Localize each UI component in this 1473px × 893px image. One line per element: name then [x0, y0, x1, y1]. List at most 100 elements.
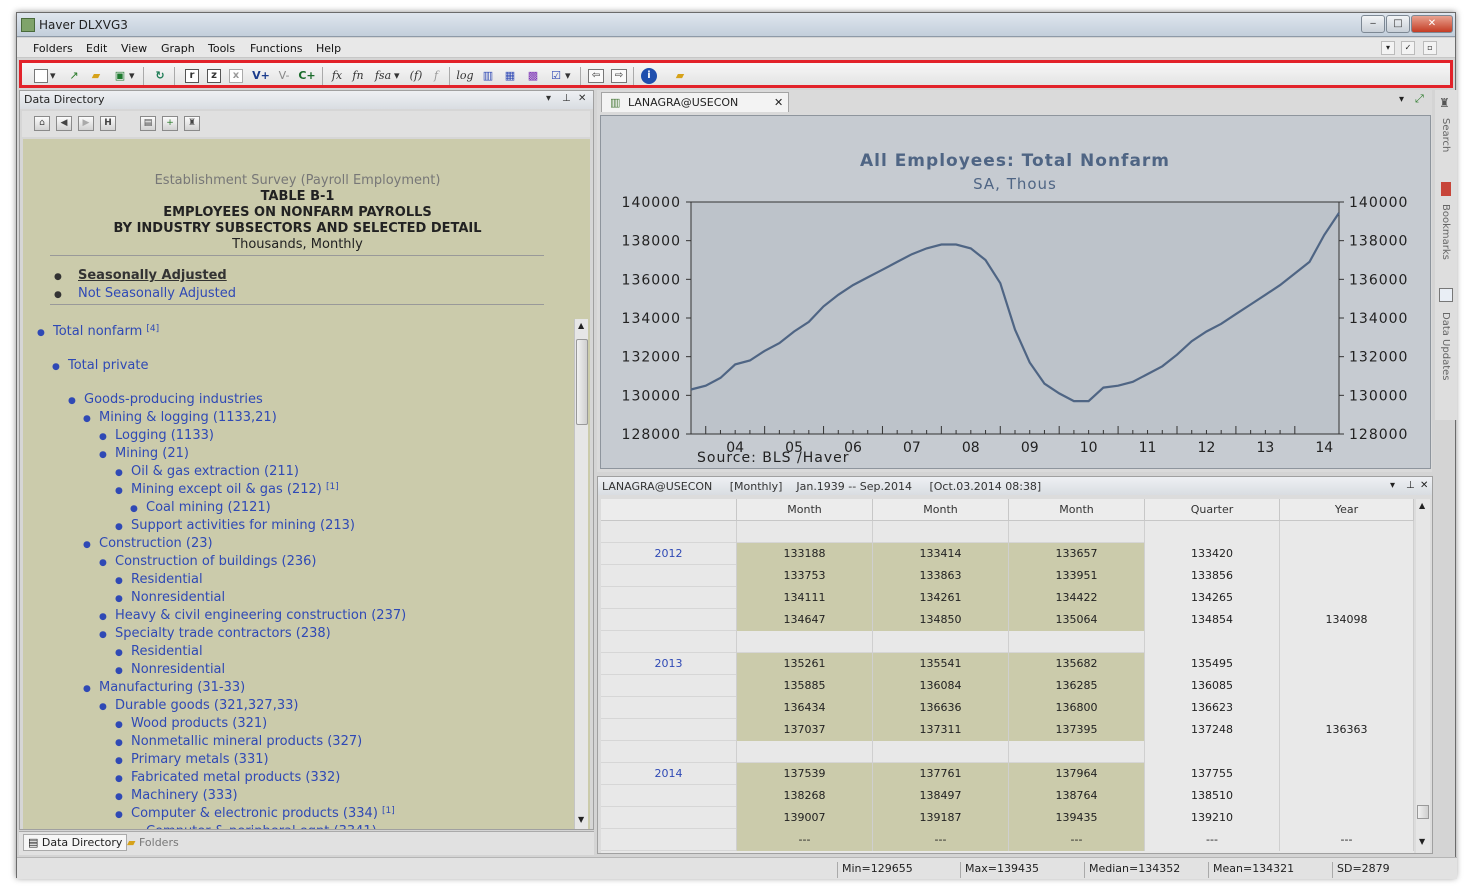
year-cell[interactable]: [601, 697, 737, 719]
year-cell[interactable]: [601, 785, 737, 807]
value-cell[interactable]: ---: [1009, 829, 1145, 851]
directory-item[interactable]: Primary metals (331): [131, 752, 269, 767]
menu-panel-icon[interactable]: ▫: [1423, 41, 1437, 55]
new-dropdown-icon[interactable]: ▾: [50, 68, 56, 84]
value-cell[interactable]: 139187: [873, 807, 1009, 829]
footnote-ref[interactable]: [1]: [326, 482, 339, 492]
directory-item[interactable]: Total nonfarm [4]: [53, 324, 159, 339]
value-cell[interactable]: [737, 741, 873, 763]
value-cell[interactable]: 134850: [873, 609, 1009, 631]
new-chart-icon[interactable]: ↗: [66, 68, 82, 84]
forward-icon[interactable]: ▶: [78, 116, 94, 131]
bookmarks-side-tab[interactable]: Bookmarks: [1440, 204, 1451, 260]
directory-item[interactable]: Wood products (321): [131, 716, 267, 731]
history-icon[interactable]: H: [100, 116, 116, 131]
panel-pin-icon[interactable]: ⊥: [562, 93, 571, 104]
value-cell[interactable]: ---: [873, 829, 1009, 851]
year-cell[interactable]: 2013: [601, 653, 737, 675]
menu-dropdown-icon[interactable]: ▾: [1381, 41, 1395, 55]
back-icon[interactable]: ◀: [56, 116, 72, 131]
area-chart-icon[interactable]: ▩: [525, 68, 541, 84]
value-cell[interactable]: 135885: [737, 675, 873, 697]
value-cell[interactable]: 134422: [1009, 587, 1145, 609]
value-cell[interactable]: 135261: [737, 653, 873, 675]
directory-item[interactable]: Nonresidential: [131, 662, 225, 677]
minimize-button[interactable]: ‒: [1361, 15, 1385, 33]
value-cell[interactable]: 137755: [1145, 763, 1280, 785]
value-cell[interactable]: [1280, 631, 1414, 653]
value-cell[interactable]: [1280, 543, 1414, 565]
menu-graph[interactable]: Graph: [161, 42, 195, 55]
value-cell[interactable]: [1280, 785, 1414, 807]
value-cell[interactable]: [1280, 565, 1414, 587]
value-cell[interactable]: 135682: [1009, 653, 1145, 675]
value-cell[interactable]: [873, 741, 1009, 763]
directory-item[interactable]: Mining & logging (1133,21): [99, 410, 277, 425]
bar-chart-icon[interactable]: ▥: [480, 68, 496, 84]
column-header[interactable]: [601, 499, 737, 521]
chart-style-icon[interactable]: ☑: [548, 68, 564, 84]
value-cell[interactable]: [737, 521, 873, 543]
menu-folders[interactable]: Folders: [33, 42, 73, 55]
data-updates-icon[interactable]: [1439, 288, 1453, 302]
fsa-dropdown-icon[interactable]: ▾: [394, 68, 400, 84]
value-cell[interactable]: 134111: [737, 587, 873, 609]
close-button[interactable]: ✕: [1411, 15, 1453, 33]
bookmark-icon[interactable]: [1441, 182, 1451, 196]
value-cell[interactable]: [1280, 653, 1414, 675]
value-cell[interactable]: 139007: [737, 807, 873, 829]
refresh-icon[interactable]: ↻: [152, 68, 168, 84]
column-header[interactable]: Month: [737, 499, 873, 521]
value-cell[interactable]: ---: [737, 829, 873, 851]
menu-help[interactable]: Help: [316, 42, 341, 55]
column-header[interactable]: Month: [873, 499, 1009, 521]
menu-edit[interactable]: Edit: [86, 42, 107, 55]
value-cell[interactable]: [1009, 741, 1145, 763]
value-cell[interactable]: 133414: [873, 543, 1009, 565]
scroll-thumb[interactable]: [576, 339, 588, 425]
search-side-icon[interactable]: ♜: [1439, 96, 1453, 110]
r-button[interactable]: r: [185, 69, 199, 83]
value-cell[interactable]: 138268: [737, 785, 873, 807]
value-cell[interactable]: [1280, 807, 1414, 829]
scroll-thumb[interactable]: [1417, 805, 1429, 819]
menu-view[interactable]: View: [121, 42, 147, 55]
year-cell[interactable]: [601, 675, 737, 697]
excel-export-icon[interactable]: ▣: [112, 68, 128, 84]
value-cell[interactable]: 135064: [1009, 609, 1145, 631]
value-cell[interactable]: 134647: [737, 609, 873, 631]
value-cell[interactable]: 133657: [1009, 543, 1145, 565]
forward-arrow-icon[interactable]: ⇨: [611, 69, 627, 83]
search-side-tab[interactable]: Search: [1440, 118, 1451, 152]
value-cell[interactable]: 136085: [1145, 675, 1280, 697]
value-cell[interactable]: 133856: [1145, 565, 1280, 587]
directory-item[interactable]: Coal mining (2121): [146, 500, 271, 515]
directory-item[interactable]: Computer & electronic products (334) [1]: [131, 806, 395, 821]
f-disabled-button[interactable]: f: [428, 68, 444, 84]
x-button[interactable]: x: [229, 69, 243, 83]
menu-tools[interactable]: Tools: [208, 42, 235, 55]
year-cell[interactable]: [601, 565, 737, 587]
log-scale-button[interactable]: log: [455, 68, 475, 84]
value-cell[interactable]: 136636: [873, 697, 1009, 719]
footnote-ref[interactable]: [1]: [382, 806, 395, 816]
value-cell[interactable]: 136084: [873, 675, 1009, 697]
value-cell[interactable]: 133951: [1009, 565, 1145, 587]
chart-style-dropdown-icon[interactable]: ▾: [565, 68, 571, 84]
footnote-ref[interactable]: [4]: [146, 324, 159, 334]
not-seasonally-adjusted-link[interactable]: Not Seasonally Adjusted: [78, 286, 236, 301]
table-close-icon[interactable]: ✕: [1420, 480, 1428, 491]
scroll-down-icon[interactable]: ▼: [1419, 837, 1425, 846]
year-cell[interactable]: [601, 829, 737, 851]
value-cell[interactable]: 134854: [1145, 609, 1280, 631]
remove-variable-button[interactable]: V-: [274, 68, 294, 84]
value-cell[interactable]: [1280, 763, 1414, 785]
directory-item[interactable]: Specialty trade contractors (238): [115, 626, 331, 641]
export-dropdown-icon[interactable]: ▾: [129, 68, 135, 84]
directory-item[interactable]: Construction (23): [99, 536, 213, 551]
value-cell[interactable]: [1280, 741, 1414, 763]
directory-item[interactable]: Manufacturing (31-33): [99, 680, 245, 695]
value-cell[interactable]: 134265: [1145, 587, 1280, 609]
directory-item[interactable]: Computer & peripheral eqpt (3341): [146, 824, 377, 829]
value-cell[interactable]: [1280, 697, 1414, 719]
